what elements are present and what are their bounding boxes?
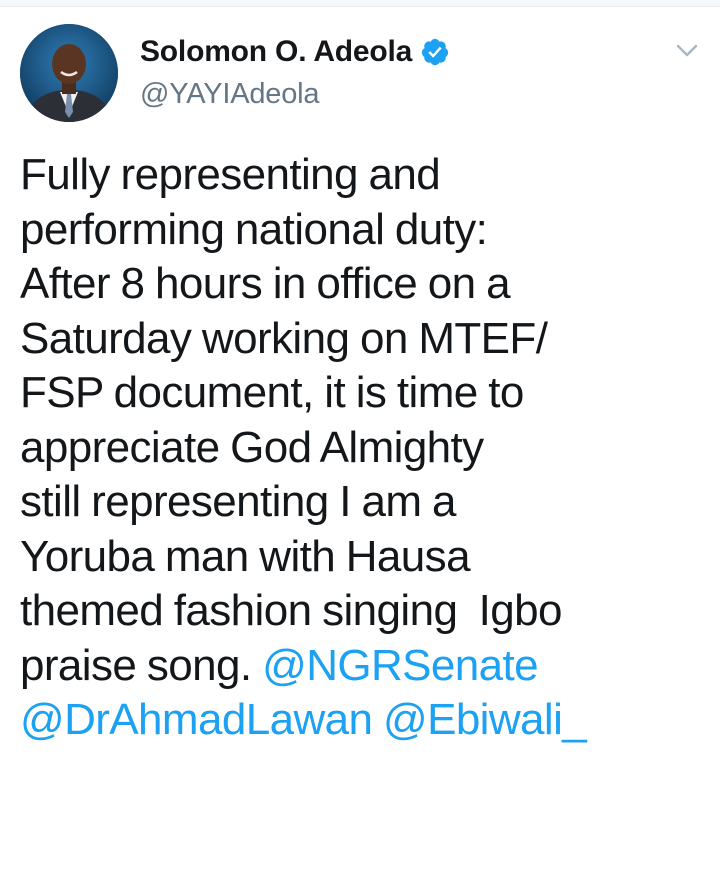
display-name[interactable]: Solomon O. Adeola <box>140 35 412 69</box>
mention-link-ebiwali[interactable]: @Ebiwali_ <box>383 695 587 744</box>
verified-badge-icon <box>420 37 450 67</box>
top-divider <box>0 0 720 7</box>
tweet-text-line: performing national duty: <box>20 204 488 254</box>
tweet-text-line: themed fashion singing Igbo <box>20 586 562 635</box>
name-row: Solomon O. Adeola <box>140 32 450 72</box>
tweet-text-line: FSP document, it is time to <box>20 368 524 417</box>
tweet-text-line: Fully representing and <box>20 150 441 199</box>
tweet-text-line-with-mention: praise song. @NGRSenate <box>20 639 700 694</box>
tweet-text-line: Yoruba man with Hausa <box>20 531 471 581</box>
user-handle[interactable]: @YAYIAdeola <box>140 78 450 111</box>
chevron-down-icon[interactable] <box>676 44 698 58</box>
avatar[interactable] <box>20 24 118 122</box>
mention-link-ngrsenate[interactable]: @NGRSenate <box>262 641 539 690</box>
profile-photo-icon <box>20 24 118 122</box>
tweet-text-line: Saturday working on MTEF/ <box>20 313 548 363</box>
tweet-header: Solomon O. Adeola @YAYIAdeola <box>140 32 450 111</box>
tweet-text-line: still representing I am a <box>20 477 456 526</box>
mention-link-drahmadlawan[interactable]: @DrAhmadLawan <box>20 695 373 744</box>
tweet-text-fragment: praise song. <box>20 640 263 690</box>
tweet-text: Fully representing and performing nation… <box>20 148 700 748</box>
tweet-text-line: After 8 hours in office on a <box>20 259 511 308</box>
tweet-text-line: appreciate God Almighty <box>20 422 484 472</box>
mention-line: @DrAhmadLawan @Ebiwali_ <box>20 693 700 748</box>
